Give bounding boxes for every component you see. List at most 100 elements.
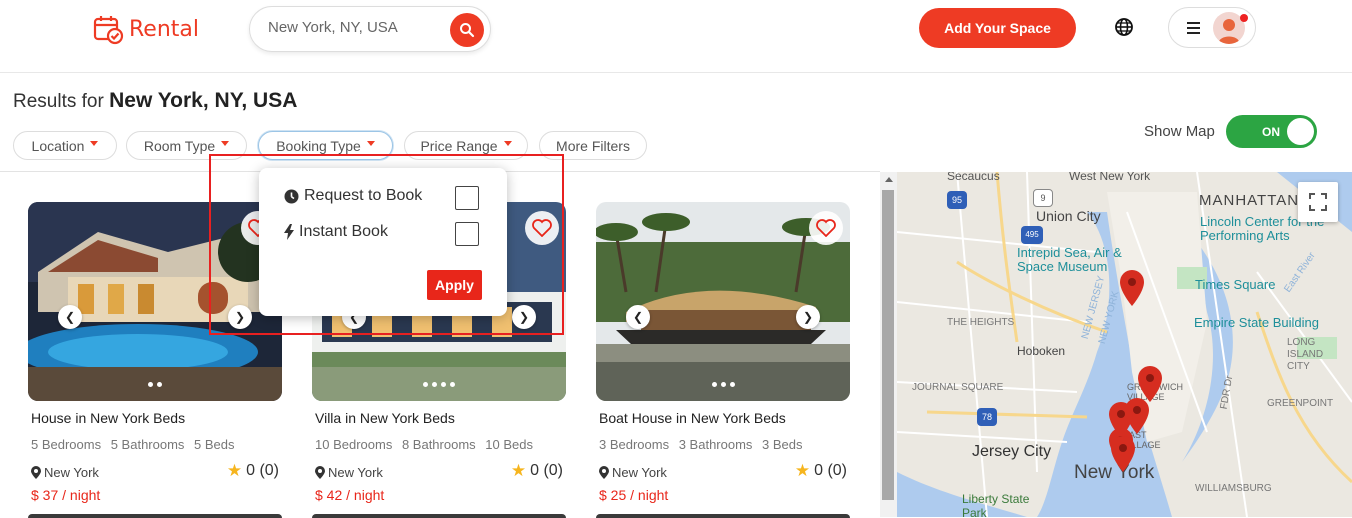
listing-specs: 3 Bedrooms 3 Bathrooms 3 Beds: [599, 437, 809, 452]
add-your-space-button[interactable]: Add Your Space: [919, 8, 1076, 48]
filter-room-type[interactable]: Room Type: [126, 131, 247, 160]
user-menu-button[interactable]: [1168, 7, 1256, 48]
toggle-knob: [1287, 118, 1314, 145]
next-image-button[interactable]: ❯: [228, 305, 252, 329]
map-label-manhattan: MANHATTAN: [1199, 192, 1300, 209]
caret-down-icon: [221, 141, 230, 146]
map-pin-icon[interactable]: [1138, 366, 1162, 402]
listing-card[interactable]: ❮ ❯ Boat House in New York Beds 3 Bedroo…: [596, 202, 850, 503]
bathrooms: 3 Bathrooms: [678, 437, 753, 452]
bedrooms: 3 Bedrooms: [599, 437, 670, 452]
map-label-journal-square: JOURNAL SQUARE: [912, 382, 1004, 393]
map-label-long-island-city: LONG ISLAND CITY: [1287, 337, 1324, 372]
toggle-state: ON: [1262, 125, 1280, 139]
results-heading: Results for New York, NY, USA: [13, 89, 297, 113]
option-instant-book[interactable]: Instant Book: [284, 223, 388, 241]
scroll-thumb[interactable]: [882, 190, 894, 500]
listing-specs: 10 Bedrooms 8 Bathrooms 10 Beds: [315, 437, 539, 452]
request-to-book-checkbox[interactable]: [455, 186, 479, 210]
filter-price-range[interactable]: Price Range: [404, 131, 528, 160]
rating-text: 0 (0): [814, 462, 847, 479]
rating-text: 0 (0): [530, 462, 563, 479]
caret-down-icon: [503, 141, 512, 146]
map-label-west-new-york: West New York: [1069, 172, 1151, 183]
listing-image[interactable]: ❮ ❯: [28, 202, 282, 401]
map-label-liberty-state-park: Liberty State Park: [962, 492, 1030, 517]
show-map-toggle[interactable]: ON: [1226, 115, 1317, 148]
listing-title: Boat House in New York Beds: [599, 410, 786, 426]
results-location: New York, NY, USA: [109, 89, 298, 112]
fullscreen-button[interactable]: [1298, 182, 1338, 222]
star-icon: ★: [794, 461, 811, 480]
option-label: Request to Book: [304, 187, 423, 204]
listing-price: $ 37 / night: [31, 487, 101, 503]
option-label: Instant Book: [299, 223, 388, 240]
map-pin-icon[interactable]: [1111, 436, 1135, 472]
results-map[interactable]: Secaucus West New York MANHATTAN Union C…: [897, 172, 1352, 517]
results-scrollbar[interactable]: [880, 172, 897, 517]
map-marker-icon: [31, 466, 41, 479]
bathrooms: 5 Bathrooms: [110, 437, 185, 452]
listing-rating: ★ 0 (0): [227, 461, 279, 481]
bedrooms: 10 Bedrooms: [315, 437, 393, 452]
favorite-heart-icon[interactable]: [809, 211, 843, 245]
image-dots: [596, 382, 850, 387]
logo-text: Rental: [129, 16, 199, 42]
hamburger-icon: [1187, 22, 1200, 37]
filter-more-filters[interactable]: More Filters: [539, 131, 647, 160]
map-label-jersey-city: Jersey City: [972, 443, 1052, 460]
map-label-secaucus: Secaucus: [947, 172, 1000, 183]
search-input[interactable]: [268, 19, 448, 36]
listing-specs: 5 Bedrooms 5 Bathrooms 5 Beds: [31, 437, 241, 452]
next-row-card-edge: [596, 514, 850, 518]
search-icon: [460, 23, 475, 38]
next-image-button[interactable]: ❯: [796, 305, 820, 329]
listing-location: New York: [31, 465, 99, 480]
booking-type-dropdown: Request to Book Instant Book Apply: [259, 168, 507, 316]
map-label-hoboken: Hoboken: [1017, 344, 1066, 358]
next-row-card-edge: [28, 514, 282, 518]
filter-location[interactable]: Location: [13, 131, 117, 160]
clock-icon: [284, 189, 299, 203]
next-image-button[interactable]: ❯: [512, 305, 536, 329]
listing-price: $ 42 / night: [315, 487, 385, 503]
fullscreen-icon: [1309, 193, 1327, 211]
caret-down-icon: [90, 141, 99, 146]
favorite-heart-icon[interactable]: [525, 211, 559, 245]
location-text: New York: [44, 465, 99, 480]
listing-rating: ★ 0 (0): [795, 461, 847, 481]
route-shield-95: 95: [947, 191, 967, 209]
prev-image-button[interactable]: ❮: [58, 305, 82, 329]
lightning-icon: [284, 224, 294, 240]
image-dots: [312, 382, 566, 387]
logo[interactable]: Rental: [93, 13, 199, 45]
map-label-greenpoint: GREENPOINT: [1267, 398, 1334, 409]
option-request-to-book[interactable]: Request to Book: [284, 187, 422, 205]
listing-card[interactable]: ❮ ❯ House in New York Beds 5 Bedrooms 5 …: [28, 202, 282, 503]
scroll-up-arrow-icon[interactable]: [885, 177, 893, 182]
route-shield-9: 9: [1033, 189, 1053, 207]
listing-rating: ★ 0 (0): [511, 461, 563, 481]
notification-dot: [1240, 14, 1248, 22]
instant-book-checkbox[interactable]: [455, 222, 479, 246]
map-marker-icon: [599, 466, 609, 479]
map-pin-icon[interactable]: [1120, 270, 1144, 306]
beds: 5 Beds: [194, 437, 235, 452]
top-header: Rental Add Your Space: [0, 0, 1352, 73]
globe-icon[interactable]: [1114, 17, 1134, 42]
rating-text: 0 (0): [246, 462, 279, 479]
listing-title: House in New York Beds: [31, 410, 186, 426]
map-label-union-city: Union City: [1036, 208, 1101, 224]
bathrooms: 8 Bathrooms: [401, 437, 476, 452]
search-button[interactable]: [450, 13, 484, 47]
apply-button[interactable]: Apply: [427, 270, 482, 300]
beds: 10 Beds: [485, 437, 533, 452]
map-label-williamsburg: WILLIAMSBURG: [1195, 483, 1272, 494]
filter-label: Room Type: [143, 137, 216, 154]
prev-image-button[interactable]: ❮: [626, 305, 650, 329]
beds: 3 Beds: [762, 437, 803, 452]
filter-booking-type[interactable]: Booking Type: [258, 131, 393, 160]
filter-label: Location: [31, 137, 85, 154]
listing-image[interactable]: ❮ ❯: [596, 202, 850, 401]
bedrooms: 5 Bedrooms: [31, 437, 102, 452]
